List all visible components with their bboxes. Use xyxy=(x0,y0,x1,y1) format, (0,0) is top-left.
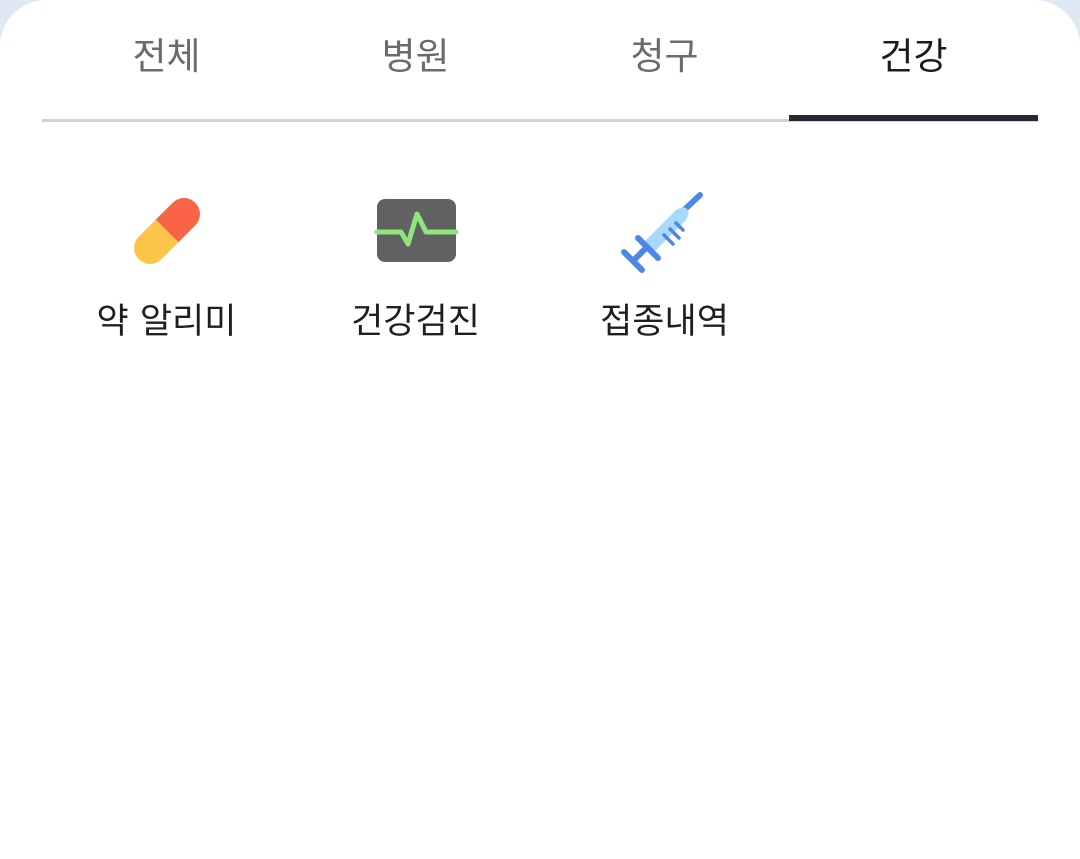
tab-all-label: 전체 xyxy=(132,35,201,78)
vaccination-history-button[interactable]: 접종내역 xyxy=(540,186,789,344)
heartbeat-monitor-icon xyxy=(374,199,458,262)
bottom-sheet: 전체 병원 청구 건강 약 알리미 건강검진 접종내역 xyxy=(0,0,1080,859)
tab-health[interactable]: 건강 xyxy=(789,0,1038,122)
tab-claim-label: 청구 xyxy=(630,35,699,78)
health-menu-grid: 약 알리미 건강검진 접종내역 xyxy=(42,186,1038,344)
tab-claim[interactable]: 청구 xyxy=(540,0,789,122)
tab-hospital[interactable]: 병원 xyxy=(291,0,540,122)
pill-icon xyxy=(133,198,200,264)
syringe-icon xyxy=(620,192,703,273)
tab-all[interactable]: 전체 xyxy=(42,0,291,122)
medication-reminder-label: 약 알리미 xyxy=(96,302,237,342)
health-checkup-label: 건강검진 xyxy=(351,302,480,342)
active-tab-indicator xyxy=(789,115,1038,121)
medication-reminder-button[interactable]: 약 알리미 xyxy=(42,186,291,344)
tab-hospital-label: 병원 xyxy=(381,35,450,78)
tab-health-label: 건강 xyxy=(879,35,948,78)
vaccination-history-label: 접종내역 xyxy=(600,302,729,342)
category-tab-bar: 전체 병원 청구 건강 xyxy=(42,0,1038,122)
health-checkup-button[interactable]: 건강검진 xyxy=(291,186,540,344)
